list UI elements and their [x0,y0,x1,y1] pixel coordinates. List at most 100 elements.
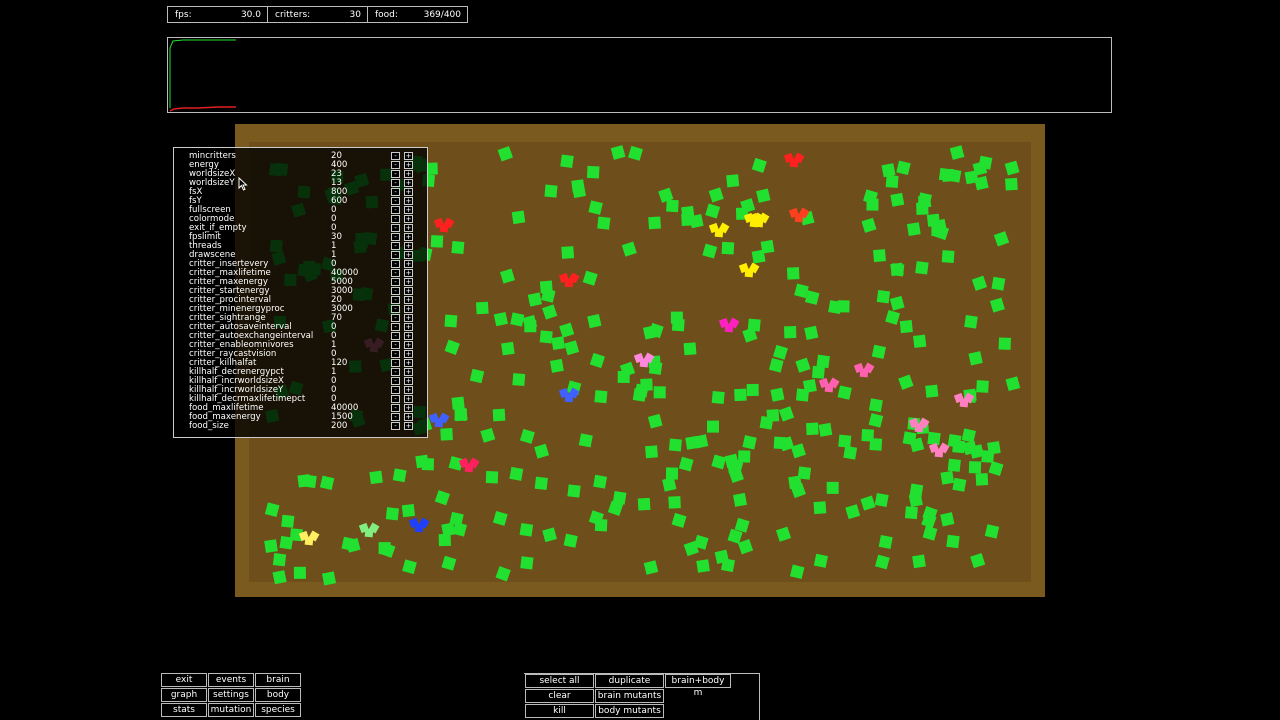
decrease-button[interactable]: - [391,278,400,286]
increase-button[interactable]: + [404,296,413,304]
decrease-button[interactable]: - [391,242,400,250]
decrease-button[interactable]: - [391,341,400,349]
increase-button[interactable]: + [404,179,413,187]
increase-button[interactable]: + [404,215,413,223]
increase-button[interactable]: + [404,386,413,394]
increase-button[interactable]: + [404,278,413,286]
critter[interactable] [408,517,430,533]
action-button-brain-mutants[interactable]: brain mutants [595,689,664,703]
decrease-button[interactable]: - [391,323,400,331]
critter[interactable] [458,457,480,473]
action-button-brain-body-m[interactable]: brain+body m [665,674,731,698]
decrease-button[interactable]: - [391,404,400,412]
decrease-button[interactable]: - [391,269,400,277]
increase-button[interactable]: + [404,251,413,259]
decrease-button[interactable]: - [391,386,400,394]
decrease-button[interactable]: - [391,359,400,367]
action-button-select-all[interactable]: select all [525,674,594,688]
food-pellet [947,168,962,183]
menu-button-mutation[interactable]: mutation [208,703,254,717]
critter[interactable] [708,222,730,238]
decrease-button[interactable]: - [391,206,400,214]
increase-button[interactable]: + [404,233,413,241]
decrease-button[interactable]: - [391,305,400,313]
increase-button[interactable]: + [404,269,413,277]
menu-button-species[interactable]: species [255,703,301,717]
increase-button[interactable]: + [404,287,413,295]
menu-button-brain[interactable]: brain [255,673,301,687]
food-pellet [940,470,955,485]
increase-button[interactable]: + [404,188,413,196]
critter[interactable] [558,272,580,288]
critter[interactable] [428,412,450,428]
increase-button[interactable]: + [404,395,413,403]
increase-button[interactable]: + [404,413,413,421]
food-pellet [454,408,468,422]
critter[interactable] [298,530,320,546]
critter[interactable] [718,317,740,333]
increase-button[interactable]: + [404,206,413,214]
decrease-button[interactable]: - [391,152,400,160]
increase-button[interactable]: + [404,350,413,358]
decrease-button[interactable]: - [391,197,400,205]
increase-button[interactable]: + [404,161,413,169]
critter[interactable] [433,217,455,233]
menu-button-settings[interactable]: settings [208,688,254,702]
action-button-clear[interactable]: clear [525,689,594,703]
increase-button[interactable]: + [404,359,413,367]
critter[interactable] [358,522,380,538]
decrease-button[interactable]: - [391,332,400,340]
food-pellet [818,422,833,437]
food-pellet [734,388,747,402]
critter[interactable] [853,362,875,378]
increase-button[interactable]: + [404,152,413,160]
increase-button[interactable]: + [404,404,413,412]
increase-button[interactable]: + [404,260,413,268]
action-button-body-mutants[interactable]: body mutants [595,704,664,718]
critter[interactable] [818,377,840,393]
critter[interactable] [783,152,805,168]
decrease-button[interactable]: - [391,377,400,385]
menu-button-body[interactable]: body [255,688,301,702]
increase-button[interactable]: + [404,377,413,385]
increase-button[interactable]: + [404,368,413,376]
stats-bar: fps: 30.0 critters: 30 food: 369/400 [167,6,468,23]
increase-button[interactable]: + [404,197,413,205]
menu-button-stats[interactable]: stats [161,703,207,717]
food-pellet [451,241,465,254]
increase-button[interactable]: + [404,305,413,313]
decrease-button[interactable]: - [391,233,400,241]
increase-button[interactable]: + [404,170,413,178]
critter[interactable] [738,262,760,278]
decrease-button[interactable]: - [391,224,400,232]
action-button-duplicate[interactable]: duplicate [595,674,664,688]
food-pellet [542,527,557,543]
increase-button[interactable]: + [404,341,413,349]
increase-button[interactable]: + [404,224,413,232]
decrease-button[interactable]: - [391,296,400,304]
decrease-button[interactable]: - [391,413,400,421]
decrease-button[interactable]: - [391,350,400,358]
decrease-button[interactable]: - [391,251,400,259]
food-pellet [913,334,927,348]
decrease-button[interactable]: - [391,368,400,376]
menu-button-graph[interactable]: graph [161,688,207,702]
menu-button-exit[interactable]: exit [161,673,207,687]
increase-button[interactable]: + [404,332,413,340]
decrease-button[interactable]: - [391,287,400,295]
decrease-button[interactable]: - [391,395,400,403]
action-button-kill[interactable]: kill [525,704,594,718]
decrease-button[interactable]: - [391,215,400,223]
decrease-button[interactable]: - [391,170,400,178]
decrease-button[interactable]: - [391,161,400,169]
decrease-button[interactable]: - [391,188,400,196]
menu-button-events[interactable]: events [208,673,254,687]
increase-button[interactable]: + [404,422,413,430]
increase-button[interactable]: + [404,314,413,322]
decrease-button[interactable]: - [391,422,400,430]
decrease-button[interactable]: - [391,260,400,268]
decrease-button[interactable]: - [391,179,400,187]
decrease-button[interactable]: - [391,314,400,322]
increase-button[interactable]: + [404,242,413,250]
increase-button[interactable]: + [404,323,413,331]
